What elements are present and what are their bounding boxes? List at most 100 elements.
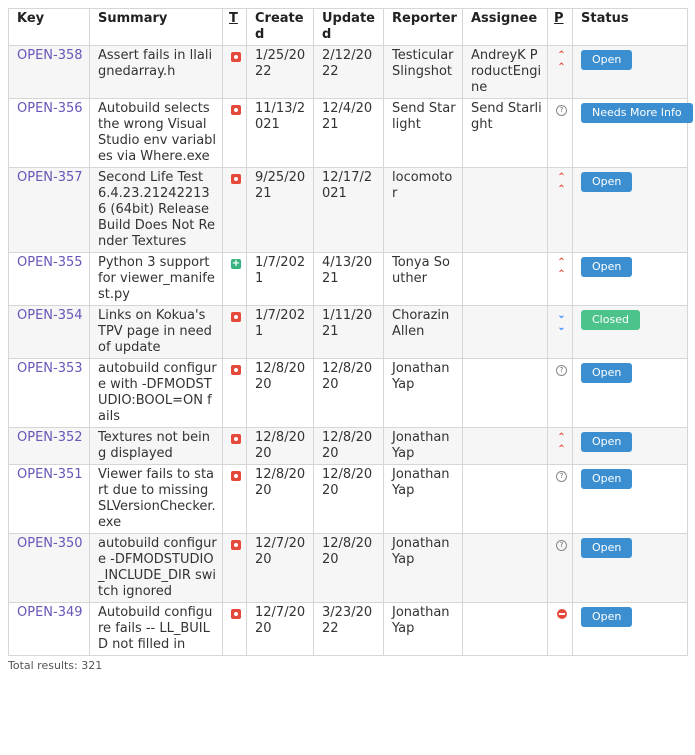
key-cell: OPEN-357 [8, 167, 90, 253]
total-results: Total results: 321 [8, 659, 103, 672]
status-cell: Closed [572, 305, 688, 359]
updated-cell: 12/8/2020 [313, 427, 384, 465]
column-header-priority-label[interactable]: P [554, 11, 564, 26]
issue-key-link[interactable]: OPEN-349 [17, 605, 83, 620]
reporter-cell: Jonathan Yap [383, 358, 463, 428]
priority-unknown-icon: ? [556, 105, 567, 116]
column-header-reporter[interactable]: Reporter [383, 8, 463, 46]
summary-cell: Autobuild configure fails -- LL_BUILD no… [89, 602, 223, 656]
issue-key-link[interactable]: OPEN-358 [17, 48, 83, 63]
key-cell: OPEN-355 [8, 252, 90, 306]
column-header-type[interactable]: T [222, 8, 247, 46]
type-cell [222, 533, 247, 603]
issue-key-link[interactable]: OPEN-354 [17, 308, 83, 323]
column-header-assignee[interactable]: Assignee [462, 8, 548, 46]
status-cell: Needs More Info [572, 98, 693, 168]
bug-icon [231, 365, 241, 375]
issue-key-link[interactable]: OPEN-350 [17, 536, 83, 551]
status-button[interactable]: Open [581, 363, 633, 383]
priority-cell: ⌃ ⌃ [547, 252, 573, 306]
created-cell: 1/25/2022 [246, 45, 314, 99]
status-button[interactable]: Open [581, 172, 633, 192]
status-button[interactable]: Closed [581, 310, 640, 330]
reporter-cell: locomotor [383, 167, 463, 253]
summary-cell: Viewer fails to start due to missing SLV… [89, 464, 223, 534]
type-cell [222, 358, 247, 428]
priority-high-icon: ⌃ ⌃ [557, 50, 566, 73]
summary-cell: Python 3 support for viewer_manifest.py [89, 252, 223, 306]
priority-blocker-icon [556, 609, 567, 619]
status-button[interactable]: Needs More Info [581, 103, 693, 123]
reporter-cell: Chorazin Allen [383, 305, 463, 359]
reporter-cell: Testicular Slingshot [383, 45, 463, 99]
column-header-created[interactable]: Created [246, 8, 314, 46]
table-row: OPEN-353 autobuild configure with -DFMODS… [8, 358, 688, 428]
issue-key-link[interactable]: OPEN-351 [17, 467, 83, 482]
type-cell [222, 98, 247, 168]
created-cell: 1/7/2021 [246, 252, 314, 306]
issue-key-link[interactable]: OPEN-357 [17, 170, 83, 185]
status-button[interactable]: Open [581, 257, 633, 277]
status-cell: Open [572, 533, 688, 603]
column-header-summary[interactable]: Summary [89, 8, 223, 46]
summary-cell: Second Life Test 6.4.23.212422136 (64bit… [89, 167, 223, 253]
updated-cell: 4/13/2021 [313, 252, 384, 306]
key-cell: OPEN-354 [8, 305, 90, 359]
issue-table-body: OPEN-358 Assert fails in llalignedarray.h… [8, 45, 693, 656]
issue-key-link[interactable]: OPEN-355 [17, 255, 83, 270]
table-row: OPEN-355 Python 3 support for viewer_mani… [8, 252, 688, 306]
created-cell: 12/7/2020 [246, 533, 314, 603]
created-cell: 12/7/2020 [246, 602, 314, 656]
created-cell: 1/7/2021 [246, 305, 314, 359]
status-button[interactable]: Open [581, 469, 633, 489]
column-header-updated[interactable]: Updated [313, 8, 384, 46]
bug-icon [231, 105, 241, 115]
priority-high-icon: ⌃ ⌃ [557, 257, 566, 280]
type-cell [222, 45, 247, 99]
assignee-cell [462, 305, 548, 359]
bug-icon [231, 471, 241, 481]
status-button[interactable]: Open [581, 432, 633, 452]
assignee-cell [462, 358, 548, 428]
bug-icon [231, 609, 241, 619]
status-cell: Open [572, 358, 688, 428]
summary-cell: autobuild configure -DFMODSTUDIO_INCLUDE… [89, 533, 223, 603]
bug-icon [231, 312, 241, 322]
updated-cell: 12/4/2021 [313, 98, 384, 168]
new-feature-icon: + [231, 258, 241, 269]
priority-cell: ⌄ ⌄ [547, 305, 573, 359]
table-header-row: Key Summary T Created Updated Reporter A… [8, 8, 688, 46]
column-header-key[interactable]: Key [8, 8, 90, 46]
reporter-cell: Jonathan Yap [383, 602, 463, 656]
issue-key-link[interactable]: OPEN-352 [17, 430, 83, 445]
reporter-cell: Send Starlight [383, 98, 463, 168]
issue-table-container: Key Summary T Created Updated Reporter A… [8, 8, 693, 672]
status-button[interactable]: Open [581, 607, 633, 627]
issue-key-link[interactable]: OPEN-356 [17, 101, 83, 116]
updated-cell: 12/8/2020 [313, 358, 384, 428]
status-button[interactable]: Open [581, 50, 633, 70]
priority-cell: ? [547, 98, 573, 168]
key-cell: OPEN-349 [8, 602, 90, 656]
summary-cell: autobuild configure with -DFMODSTUDIO:BO… [89, 358, 223, 428]
table-row: OPEN-351 Viewer fails to start due to mis… [8, 464, 688, 534]
column-header-priority[interactable]: P [547, 8, 573, 46]
assignee-cell [462, 464, 548, 534]
priority-unknown-icon: ? [556, 365, 567, 376]
priority-unknown-icon: ? [556, 540, 567, 551]
assignee-cell [462, 167, 548, 253]
priority-cell: ? [547, 358, 573, 428]
status-cell: Open [572, 602, 688, 656]
table-row: OPEN-356 Autobuild selects the wrong Visu… [8, 98, 693, 168]
issue-key-link[interactable]: OPEN-353 [17, 361, 83, 376]
type-cell: + [222, 252, 247, 306]
assignee-cell [462, 427, 548, 465]
priority-cell: ⌃ ⌃ [547, 167, 573, 253]
summary-cell: Textures not being displayed [89, 427, 223, 465]
status-cell: Open [572, 167, 688, 253]
column-header-status[interactable]: Status [572, 8, 688, 46]
column-header-type-label[interactable]: T [229, 11, 238, 26]
priority-cell: ⌃ ⌃ [547, 427, 573, 465]
status-button[interactable]: Open [581, 538, 633, 558]
reporter-cell: Jonathan Yap [383, 533, 463, 603]
